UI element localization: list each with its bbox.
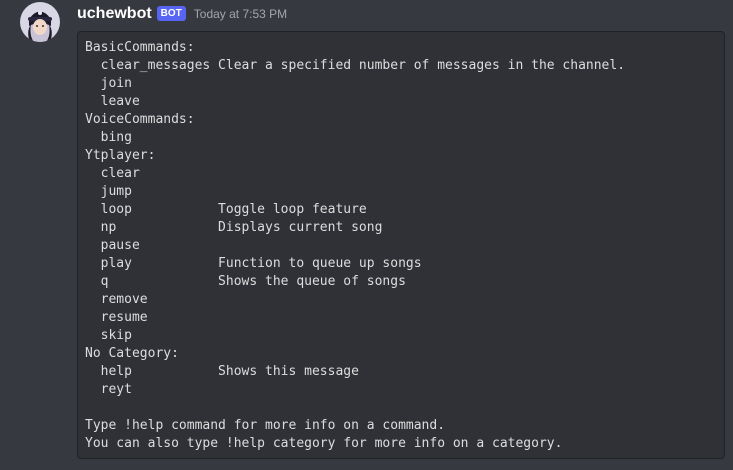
- code-line: BasicCommands:: [85, 40, 195, 55]
- avatar-image: [20, 2, 60, 42]
- code-line: leave: [85, 94, 140, 109]
- code-line: join: [85, 76, 132, 91]
- avatar[interactable]: [20, 2, 60, 42]
- code-line: loop Toggle loop feature: [85, 202, 367, 217]
- code-line: Type !help command for more info on a co…: [85, 418, 446, 433]
- code-line: resume: [85, 310, 148, 325]
- code-line: No Category:: [85, 346, 179, 361]
- code-line: clear_messages Clear a specified number …: [85, 58, 626, 73]
- code-line: jump: [85, 184, 132, 199]
- code-line: play Function to queue up songs: [85, 256, 422, 271]
- code-line: pause: [85, 238, 140, 253]
- code-line: clear: [85, 166, 140, 181]
- code-line: VoiceCommands:: [85, 112, 195, 127]
- message-header: uchewbot BOT Today at 7:53 PM: [77, 4, 287, 24]
- code-line: remove: [85, 292, 148, 307]
- bot-tag-badge: BOT: [156, 5, 186, 21]
- code-line: Ytplayer:: [85, 148, 156, 163]
- code-line: skip: [85, 328, 132, 343]
- code-line: help Shows this message: [85, 364, 359, 379]
- code-line: bing: [85, 130, 132, 145]
- code-line: q Shows the queue of songs: [85, 274, 406, 289]
- code-line: np Displays current song: [85, 220, 383, 235]
- code-line: You can also type !help category for mor…: [85, 436, 563, 451]
- author-name[interactable]: uchewbot: [77, 4, 152, 24]
- code-line: reyt: [85, 382, 132, 397]
- message-timestamp[interactable]: Today at 7:53 PM: [194, 4, 287, 24]
- chat-message: uchewbot BOT Today at 7:53 PM BasicComma…: [0, 0, 733, 470]
- help-code-block: BasicCommands: clear_messages Clear a sp…: [77, 31, 725, 459]
